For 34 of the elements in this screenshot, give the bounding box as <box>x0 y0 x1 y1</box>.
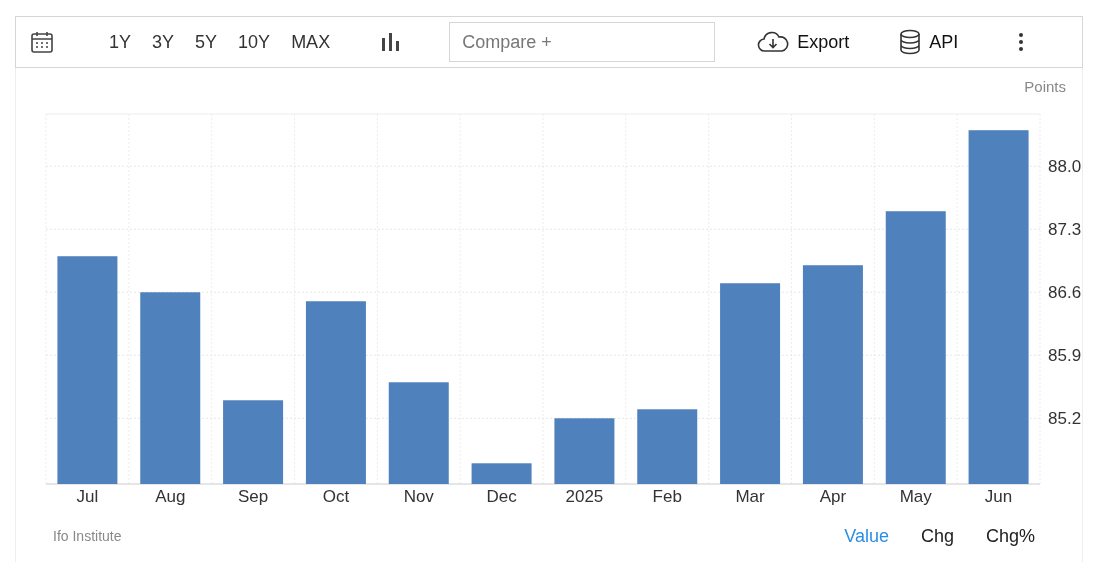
x-axis-label: May <box>899 486 932 506</box>
unit-label: Points <box>1024 77 1066 97</box>
cloud-download-icon <box>757 31 790 53</box>
x-axis-label: Mar <box>735 486 765 506</box>
x-axis-label: Feb <box>652 486 682 506</box>
chart-type-icon[interactable] <box>380 32 401 52</box>
x-axis-label: Jun <box>984 486 1013 506</box>
export-button[interactable]: Export <box>757 28 850 56</box>
range-button[interactable]: MAX <box>284 26 338 58</box>
x-axis-label: Oct <box>322 486 350 506</box>
more-icon[interactable] <box>1018 32 1025 52</box>
x-axis-label: 2025 <box>565 486 604 506</box>
y-axis-label: 85.9 <box>1048 345 1082 365</box>
range-button[interactable]: 3Y <box>145 26 182 58</box>
x-axis-label: Jul <box>76 486 99 506</box>
y-axis-label: 87.3 <box>1048 219 1082 239</box>
x-axis-label: Dec <box>486 486 517 506</box>
x-axis-label: Nov <box>403 486 434 506</box>
database-icon <box>899 29 922 55</box>
range-button[interactable]: 10Y <box>231 26 278 58</box>
api-button[interactable]: API <box>899 28 959 56</box>
calendar-icon[interactable] <box>30 30 54 54</box>
y-axis-label: 86.6 <box>1048 282 1082 302</box>
view-tab[interactable]: Chg% <box>985 522 1035 550</box>
x-axis-label: Apr <box>819 486 847 506</box>
source-label: Ifo Institute <box>53 526 122 546</box>
x-axis-label: Aug <box>155 486 186 506</box>
range-button[interactable]: 5Y <box>188 26 225 58</box>
compare-field[interactable]: Compare + <box>449 22 716 62</box>
x-axis-label: Sep <box>237 486 269 506</box>
y-axis-label: 88.0 <box>1048 156 1082 176</box>
range-button[interactable]: 1Y <box>102 26 139 58</box>
view-tab[interactable]: Chg <box>920 522 954 550</box>
y-axis-label: 85.2 <box>1048 408 1082 428</box>
